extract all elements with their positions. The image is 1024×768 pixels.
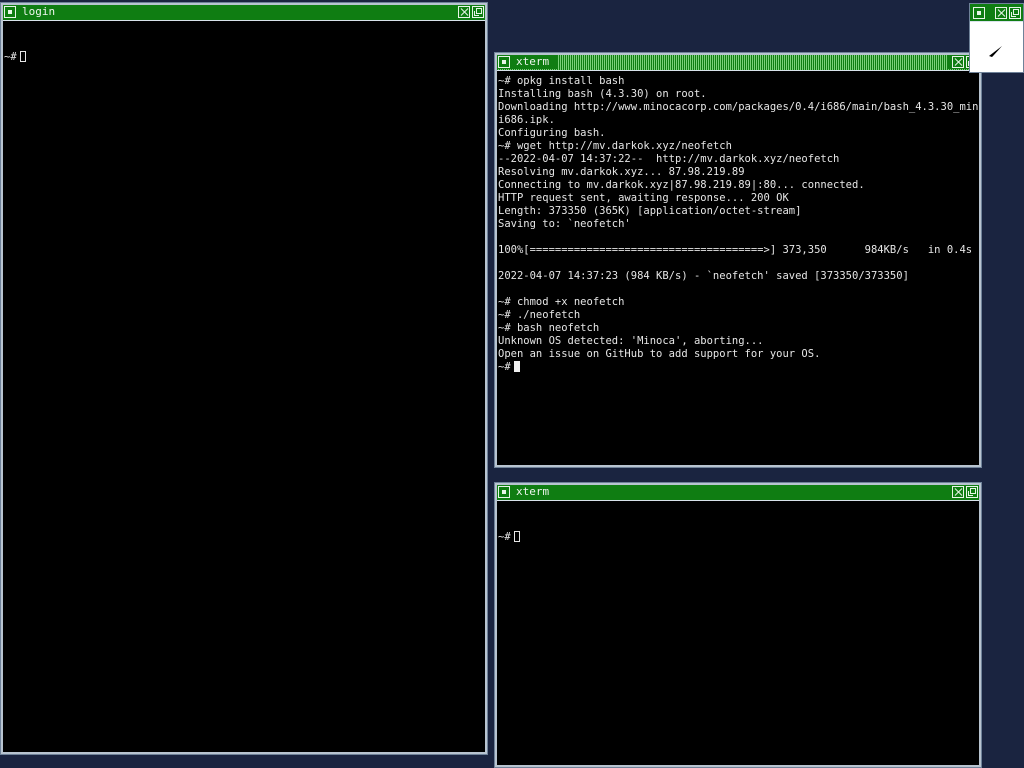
terminal-line: ~# chmod +x neofetch — [498, 296, 625, 308]
window-menu-icon[interactable] — [498, 56, 510, 68]
terminal-line: Connecting to mv.darkok.xyz|87.98.219.89… — [498, 179, 865, 191]
window-menu-icon[interactable] — [498, 486, 510, 498]
terminal-cursor — [513, 361, 520, 372]
clock-window[interactable] — [969, 3, 1024, 73]
terminal-line: Configuring bash. — [498, 127, 606, 139]
terminal-line: ~# wget http://mv.darkok.xyz/neofetch — [498, 140, 732, 152]
terminal-area[interactable]: ~# — [498, 503, 978, 764]
terminal-line: i686.ipk. — [498, 114, 555, 126]
terminal-line: Downloading http://www.minocacorp.com/pa… — [498, 101, 978, 113]
terminal-line: ~# — [498, 361, 511, 373]
maximize-icon[interactable] — [1009, 7, 1021, 19]
terminal-line: Saving to: `neofetch' — [498, 218, 631, 230]
clock-hands-icon — [989, 46, 1002, 57]
window-title: login — [22, 5, 56, 18]
window-title: xterm — [516, 55, 550, 68]
terminal-line: 100%[===================================… — [498, 244, 973, 256]
terminal-line: ~# — [4, 51, 17, 63]
window-menu-icon[interactable] — [4, 6, 16, 18]
terminal-line: 2022-04-07 14:37:23 (984 KB/s) - `neofet… — [498, 270, 909, 282]
close-icon[interactable] — [952, 56, 964, 68]
close-icon[interactable] — [995, 7, 1007, 19]
clock-face — [972, 24, 1021, 70]
terminal-line: Open an issue on GitHub to add support f… — [498, 348, 821, 360]
terminal-area[interactable]: ~# opkg install bash Installing bash (4.3… — [498, 73, 978, 464]
terminal-line: Length: 373350 (365K) [application/octet… — [498, 205, 802, 217]
login-titlebar[interactable]: login — [1, 3, 487, 21]
terminal-cursor — [513, 531, 520, 542]
close-icon[interactable] — [952, 486, 964, 498]
terminal-area[interactable]: ~# — [4, 23, 484, 751]
terminal-line: --2022-04-07 14:37:22-- http://mv.darkok… — [498, 153, 840, 165]
maximize-icon[interactable] — [966, 486, 978, 498]
close-icon[interactable] — [458, 6, 470, 18]
terminal-line: ~# ./neofetch — [498, 309, 581, 321]
terminal-line: Unknown OS detected: 'Minoca', aborting.… — [498, 335, 764, 347]
terminal-line: Installing bash (4.3.30) on root. — [498, 88, 707, 100]
terminal-line: ~# — [498, 531, 511, 543]
xterm-titlebar[interactable]: xterm — [495, 53, 981, 71]
clock-titlebar[interactable] — [970, 4, 1023, 22]
terminal-line: ~# bash neofetch — [498, 322, 600, 334]
terminal-line: Resolving mv.darkok.xyz... 87.98.219.89 — [498, 166, 745, 178]
terminal-line: HTTP request sent, awaiting response... … — [498, 192, 789, 204]
maximize-icon[interactable] — [472, 6, 484, 18]
xterm-titlebar[interactable]: xterm — [495, 483, 981, 501]
window-menu-icon[interactable] — [973, 7, 985, 19]
xterm-window-main[interactable]: xterm ~# opkg install bash Installing bas… — [494, 52, 982, 468]
xterm-window-secondary[interactable]: xterm ~# — [494, 482, 982, 768]
login-window[interactable]: login ~# — [0, 2, 488, 755]
terminal-cursor — [19, 51, 26, 62]
window-title: xterm — [516, 485, 550, 498]
terminal-line: ~# opkg install bash — [498, 75, 625, 87]
